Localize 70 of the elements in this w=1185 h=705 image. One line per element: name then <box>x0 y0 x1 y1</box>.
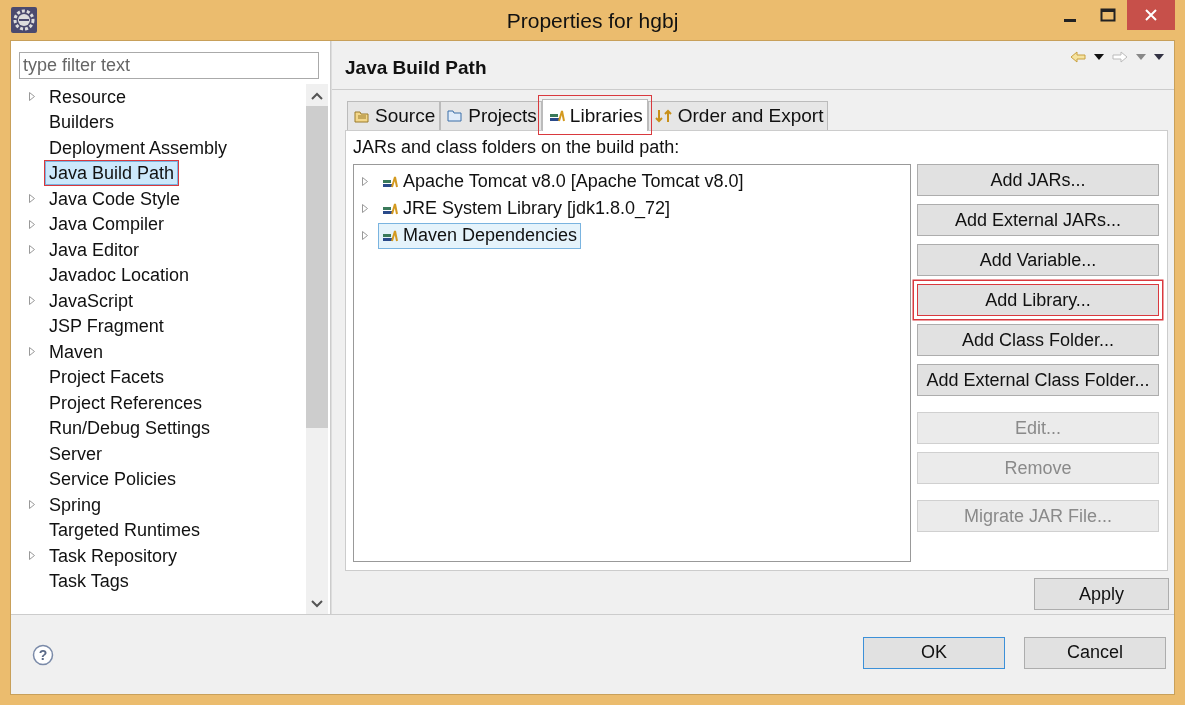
libraries-caption: JARs and class folders on the build path: <box>353 137 681 158</box>
tree-item[interactable]: Javadoc Location <box>45 263 194 288</box>
dialog-button[interactable]: OK <box>863 636 1005 669</box>
package-icon <box>354 109 370 123</box>
scroll-up-icon[interactable] <box>311 92 323 100</box>
tree-item[interactable]: Server <box>45 441 106 466</box>
tree-item[interactable]: Builders <box>45 110 119 135</box>
forward-arrow-icon[interactable] <box>1112 51 1128 63</box>
tree-item[interactable]: Service Policies <box>45 467 181 492</box>
expand-arrow-icon[interactable] <box>29 92 35 102</box>
expand-arrow-icon[interactable] <box>362 231 368 240</box>
up-down-arrows-icon <box>654 109 673 123</box>
tree-item[interactable]: Java Code Style <box>45 186 185 211</box>
minimize-icon <box>1064 18 1076 22</box>
side-button[interactable]: Add Class Folder... <box>917 324 1159 356</box>
library-icon <box>382 174 398 189</box>
apply-button[interactable]: Apply <box>1034 578 1169 610</box>
folder-icon <box>447 109 464 123</box>
tree-item[interactable]: JSP Fragment <box>45 314 168 339</box>
dropdown-icon[interactable] <box>1094 54 1104 60</box>
side-button[interactable]: Add JARs... <box>917 164 1159 196</box>
library-icon <box>382 228 398 243</box>
filter-field[interactable]: type filter text <box>19 52 319 79</box>
expand-arrow-icon[interactable] <box>29 194 35 204</box>
expand-arrow-icon[interactable] <box>29 551 35 561</box>
library-icon <box>548 108 565 123</box>
tab[interactable]: Source <box>347 101 441 130</box>
tree-item[interactable]: Task Repository <box>45 543 182 568</box>
scrollbar[interactable] <box>306 84 328 614</box>
window-title: Properties for hgbj <box>506 9 679 33</box>
library-item[interactable]: JRE System Library [jdk1.8.0_72] <box>378 195 675 222</box>
help-icon[interactable]: ? <box>32 643 54 666</box>
side-button[interactable]: Add External Class Folder... <box>917 364 1159 396</box>
expand-arrow-icon[interactable] <box>29 219 35 229</box>
expand-arrow-icon[interactable] <box>29 347 35 357</box>
tree-item[interactable]: Project Facets <box>45 365 169 390</box>
tree-item[interactable]: Run/Debug Settings <box>45 416 215 441</box>
tree-item[interactable]: Project References <box>45 390 207 415</box>
library-item[interactable]: Apache Tomcat v8.0 [Apache Tomcat v8.0] <box>378 168 748 195</box>
tree-item[interactable]: Java Build Path <box>45 161 179 186</box>
menu-icon[interactable] <box>1154 54 1164 60</box>
dialog-button[interactable]: Cancel <box>1024 636 1166 669</box>
side-button[interactable]: Add External JARs... <box>917 204 1159 236</box>
maximize-icon <box>1100 8 1116 22</box>
back-arrow-icon[interactable] <box>1070 51 1086 63</box>
tree-item[interactable]: Targeted Runtimes <box>45 518 205 543</box>
tree-item[interactable]: Java Editor <box>45 237 144 262</box>
tree-item[interactable]: Spring <box>45 492 106 517</box>
tree-item[interactable]: Maven <box>45 339 108 364</box>
tab[interactable]: Projects <box>440 101 542 130</box>
close-icon <box>1144 8 1158 22</box>
expand-arrow-icon[interactable] <box>362 177 368 186</box>
gear-icon <box>11 7 37 33</box>
expand-arrow-icon[interactable] <box>29 245 35 255</box>
close-button[interactable] <box>1127 0 1175 30</box>
side-button[interactable]: Add Variable... <box>917 244 1159 276</box>
tab[interactable]: Order and Export <box>647 101 829 130</box>
expand-arrow-icon[interactable] <box>29 296 35 306</box>
library-icon <box>382 201 398 216</box>
library-item[interactable]: Maven Dependencies <box>378 222 582 249</box>
scroll-down-icon[interactable] <box>311 600 323 608</box>
tree-item[interactable]: Java Compiler <box>45 212 169 237</box>
tree-item[interactable]: JavaScript <box>45 288 138 313</box>
expand-arrow-icon[interactable] <box>362 204 368 213</box>
page-title: Java Build Path <box>345 57 487 79</box>
tree-item[interactable]: Deployment Assembly <box>45 135 232 160</box>
expand-arrow-icon[interactable] <box>29 500 35 510</box>
tree-item[interactable]: Task Tags <box>45 569 133 594</box>
tree-item[interactable]: Resource <box>45 84 131 109</box>
library-list[interactable]: Apache Tomcat v8.0 [Apache Tomcat v8.0] JRE System Library [jdk1.8.0_72] Maven Dependencies <box>353 164 911 562</box>
